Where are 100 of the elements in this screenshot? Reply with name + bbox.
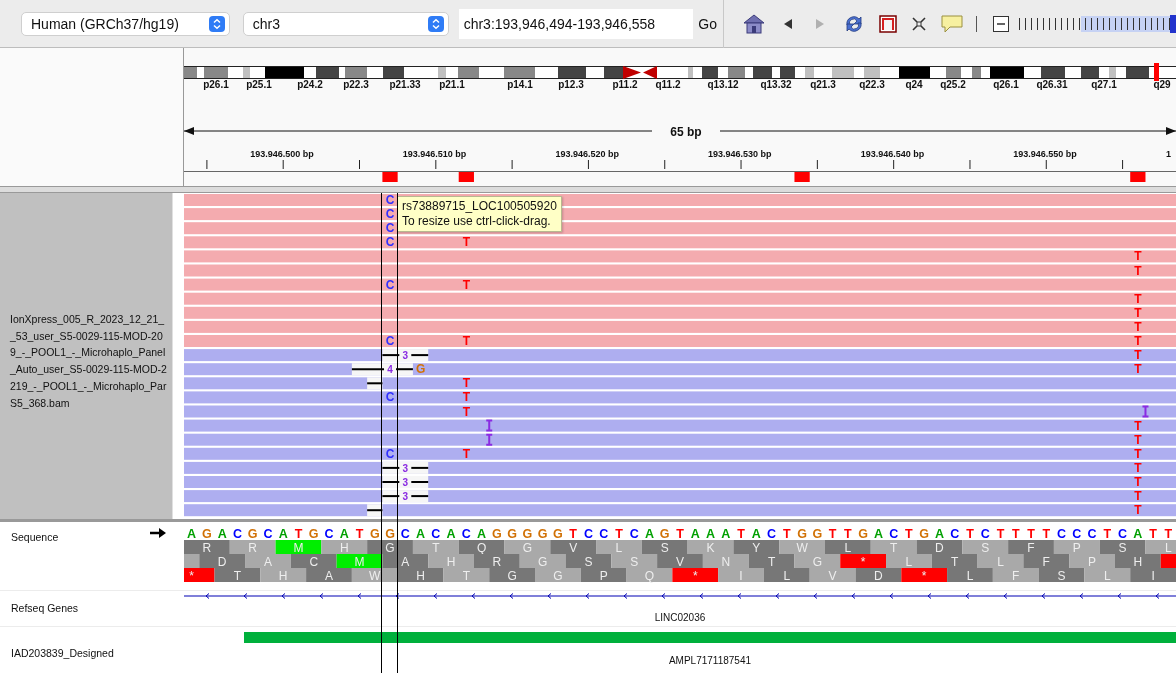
variant-marker[interactable] [794, 172, 810, 182]
sequence-base: T [1149, 527, 1157, 541]
mismatch-base: C [385, 235, 395, 250]
insertion-marker[interactable] [485, 433, 494, 446]
track-name[interactable]: IonXpress_005_R_2023_12_21_ [10, 311, 172, 328]
sequence-base: C [461, 527, 471, 541]
track-name[interactable]: 219_-_POOL1_-_Microhaplo_Par [10, 377, 172, 395]
genome-dropdown[interactable]: Human (GRCh37/hg19) [21, 11, 230, 36]
amino-acid: L [905, 554, 913, 569]
amino-acid: I [1151, 568, 1155, 583]
variant-marker[interactable] [382, 172, 398, 182]
amino-acid: * [692, 568, 698, 583]
amino-acid: T [462, 568, 470, 583]
band-label: q26.1 [993, 79, 1019, 90]
insertion-marker[interactable] [485, 419, 494, 432]
chromosome-ideogram[interactable] [184, 66, 1176, 79]
band-label: q11.2 [655, 79, 681, 90]
sequence-base: C [889, 527, 899, 541]
sequence-base: C [1087, 527, 1097, 541]
sequence-base: A [934, 527, 944, 541]
sequence-base: T [1042, 527, 1051, 541]
amino-acid: L [1104, 568, 1111, 583]
mismatch-base: G [415, 362, 426, 377]
sequence-base: C [400, 527, 410, 541]
go-button[interactable]: Go [694, 15, 721, 32]
amino-acid: F [1027, 540, 1035, 555]
back-arrow-icon[interactable] [782, 17, 793, 30]
zoom-slider[interactable] [1018, 12, 1176, 35]
sequence-base: C [1118, 527, 1128, 541]
amino-acid: R [248, 540, 257, 555]
chromosome-dropdown[interactable]: chr3 [242, 11, 449, 36]
amino-acid: G [812, 554, 823, 569]
amino-acid: W [796, 540, 808, 555]
sequence-base: G [385, 527, 395, 541]
mismatch-base: C [385, 446, 395, 461]
track-name[interactable]: S5_368.bam [10, 394, 172, 412]
mismatch-base: T [1134, 503, 1142, 518]
locus-field[interactable]: chr3:193,946,494-193,946,558 [458, 8, 694, 39]
mismatch-base: T [1134, 489, 1142, 504]
track-name[interactable]: _53_user_S5-0029-115-MOD-20 [10, 327, 172, 345]
mismatch-base: T [462, 235, 470, 250]
sequence-base: A [751, 527, 761, 541]
track-name[interactable]: Refseq Genes [11, 602, 79, 614]
amino-acid: C [309, 554, 319, 569]
mismatch-base: T [1134, 263, 1142, 278]
variant-marker[interactable] [1130, 172, 1146, 182]
band-label: p21.1 [439, 79, 465, 90]
amino-acid: T [767, 554, 776, 569]
home-icon[interactable] [741, 12, 766, 35]
amino-acid: L [783, 568, 791, 583]
stepper-icon [208, 15, 225, 32]
sequence-base: G [308, 527, 319, 541]
track-name[interactable]: Sequence [11, 531, 59, 543]
strand-arrow-icon[interactable] [150, 528, 166, 538]
track-name[interactable]: _Auto_user_S5-0029-115-MOD-2 [10, 361, 172, 378]
region-icon[interactable] [877, 13, 898, 34]
sequence-base: C [232, 527, 242, 541]
speech-bubble-icon[interactable] [939, 13, 964, 34]
amino-acid: G [537, 554, 548, 569]
mismatch-base: T [462, 334, 470, 348]
track-name[interactable]: IAD203839_Designed [11, 647, 114, 659]
track-name[interactable]: 9_-_POOL1_-_Microhaplo_Panel [10, 344, 172, 362]
sequence-base: A [706, 527, 716, 541]
sequence-base: A [217, 527, 227, 541]
tick-label: 193.946.550 bp [1013, 149, 1077, 159]
gene-feature[interactable] [184, 593, 1176, 599]
variant-marker[interactable] [458, 172, 474, 182]
splitter-bar[interactable] [0, 519, 1176, 522]
amino-acid: S [1057, 568, 1066, 583]
amino-acid: G [385, 540, 395, 555]
sequence-base: T [996, 527, 1005, 541]
amino-acid: H [339, 540, 349, 555]
amino-acid: G [507, 568, 517, 583]
resize-icon[interactable] [909, 14, 928, 33]
amino-acid: S [630, 554, 639, 569]
zoom-out-icon[interactable] [992, 15, 1009, 32]
sequence-base: T [828, 527, 837, 541]
amino-acid: D [874, 568, 883, 583]
sequence-base: T [569, 527, 577, 541]
mismatch-base: T [1134, 362, 1142, 377]
amino-acid: H [1133, 554, 1143, 569]
region-feature[interactable] [244, 632, 1176, 643]
sequence-base: C [1072, 527, 1082, 541]
sequence-base: T [905, 527, 913, 541]
amino-acid: F [1042, 554, 1050, 569]
zoom-slider-thumb[interactable] [1169, 14, 1176, 33]
mismatch-base: T [1134, 348, 1142, 363]
tooltip-hint: To resize use ctrl-click-drag. [402, 214, 552, 229]
deletion-length: 3 [402, 462, 409, 474]
sequence-base: A [1133, 527, 1143, 541]
sequence-base: T [1103, 527, 1112, 541]
amino-acid: D [935, 540, 944, 555]
splitter-bar[interactable] [0, 186, 1176, 193]
sequence-base: G [202, 527, 212, 541]
sequence-base: A [278, 527, 288, 541]
amino-acid: A [401, 554, 410, 569]
insertion-marker[interactable] [1141, 405, 1150, 418]
sequence-base: A [416, 527, 426, 541]
sequence-base: C [263, 527, 273, 541]
mismatch-base: T [1134, 334, 1142, 348]
